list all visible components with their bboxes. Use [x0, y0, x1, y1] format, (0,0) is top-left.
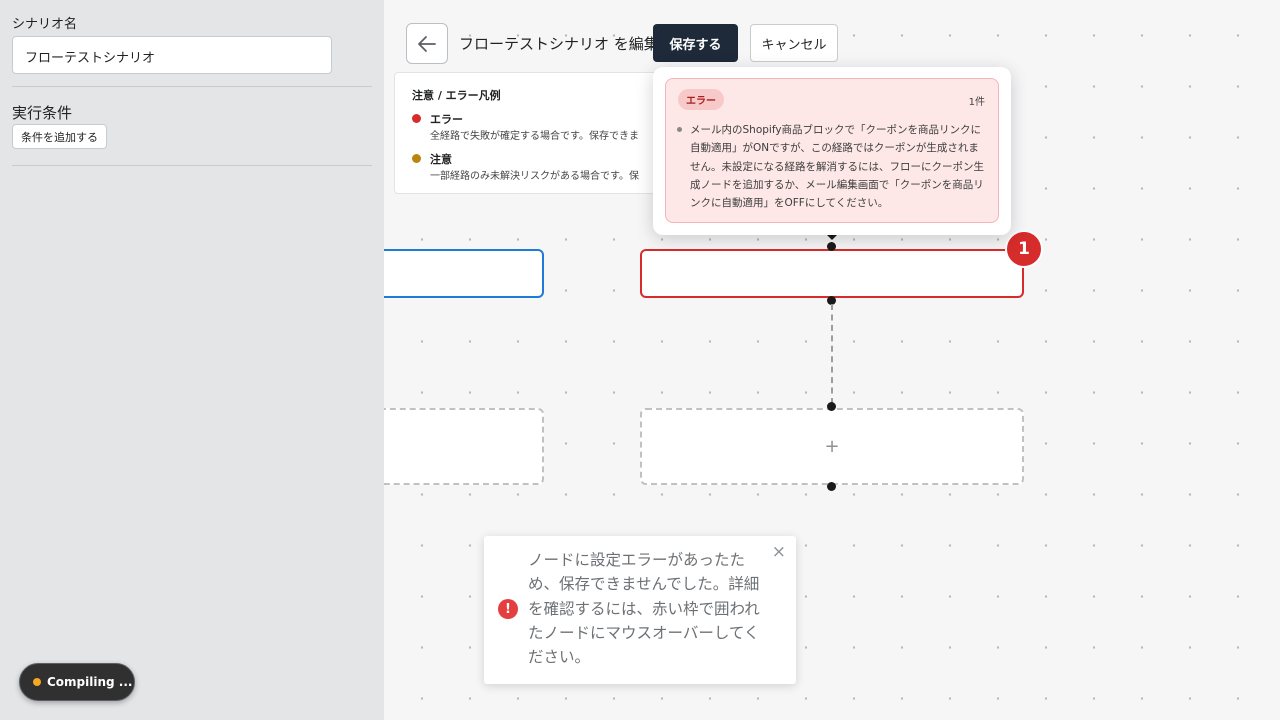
toast-message: ノードに設定エラーがあったため、保存できませんでした。詳細を確認するには、赤い枠…: [528, 551, 760, 667]
cancel-button[interactable]: キャンセル: [750, 24, 838, 62]
back-button[interactable]: [406, 23, 448, 64]
editing-title: フローテストシナリオ を編集中: [459, 35, 674, 53]
compiling-label: Compiling ...: [47, 675, 133, 689]
legend-title: 注意 / エラー凡例: [412, 89, 501, 102]
arrow-left-icon: [418, 35, 436, 52]
connector-line: [831, 304, 833, 404]
error-pill: エラー: [678, 89, 724, 110]
error-dot-icon: [412, 114, 421, 123]
legend-error-desc: 全経路で失敗が確定する場合です。保存できま: [430, 131, 639, 142]
error-count: 1件: [968, 97, 985, 108]
connector-handle[interactable]: [827, 402, 836, 411]
flow-canvas[interactable]: フローテストシナリオ を編集中 保存する キャンセル 注意 / エラー凡例 エラ…: [384, 0, 1280, 720]
error-popover: エラー 1件 メール内のShopify商品ブロックで「クーポンを商品リンクに自動…: [653, 67, 1011, 235]
divider: [12, 165, 372, 166]
scenario-name-input[interactable]: フローテストシナリオ: [12, 36, 332, 74]
error-card: エラー 1件 メール内のShopify商品ブロックで「クーポンを商品リンクに自動…: [665, 78, 999, 223]
bullet-icon: [677, 127, 682, 132]
add-condition-button[interactable]: 条件を追加する: [12, 124, 107, 149]
divider: [12, 86, 372, 87]
error-count-badge: 1: [1005, 230, 1043, 268]
legend-error-name: エラー: [430, 113, 463, 126]
error-node[interactable]: [640, 249, 1024, 298]
warning-dot-icon: [412, 154, 421, 163]
error-toast: ! ノードに設定エラーがあったため、保存できませんでした。詳細を確認するには、赤…: [484, 536, 796, 684]
save-button[interactable]: 保存する: [653, 24, 738, 62]
legend-warning-desc: 一部経路のみ未解決リスクがある場合です。保: [430, 171, 639, 182]
status-dot-icon: [33, 678, 41, 686]
plus-icon: +: [824, 436, 840, 457]
conditions-heading: 実行条件: [12, 104, 73, 122]
sidebar: シナリオ名 フローテストシナリオ 実行条件 条件を追加する Compiling …: [0, 0, 384, 720]
alert-icon: !: [498, 599, 518, 619]
compiling-status: Compiling ...: [19, 663, 135, 701]
legend-panel: 注意 / エラー凡例 エラー 全経路で失敗が確定する場合です。保存できま 注意 …: [394, 72, 674, 194]
empty-node-slot[interactable]: [384, 408, 544, 485]
error-message: メール内のShopify商品ブロックで「クーポンを商品リンクに自動適用」がONで…: [690, 124, 984, 210]
close-icon[interactable]: ×: [772, 542, 786, 562]
connector-handle[interactable]: [827, 242, 836, 251]
connector-handle[interactable]: [827, 482, 836, 491]
legend-warning-name: 注意: [430, 153, 452, 166]
add-node-slot[interactable]: +: [640, 408, 1024, 485]
selected-node[interactable]: [384, 249, 544, 298]
scenario-name-label: シナリオ名: [12, 17, 78, 32]
